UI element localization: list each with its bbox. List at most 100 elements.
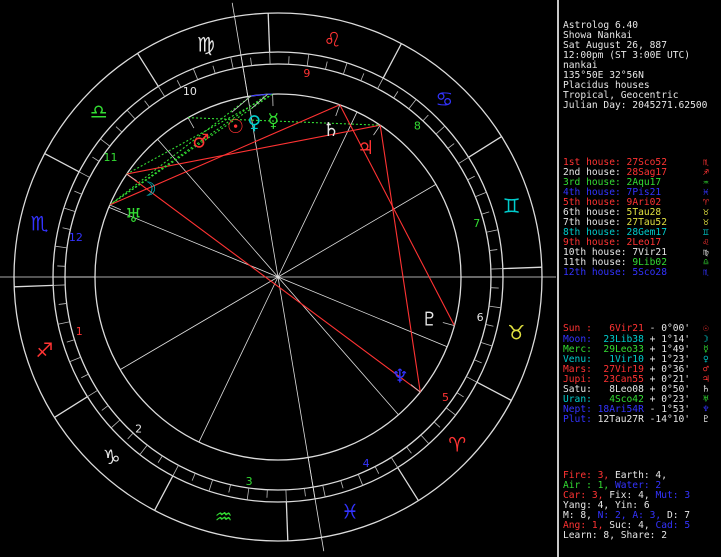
degree-tick bbox=[458, 156, 469, 165]
degree-tick bbox=[66, 339, 75, 343]
sign-icon: ♒ bbox=[215, 504, 233, 528]
degree-tick bbox=[191, 473, 196, 481]
house-number: 10 bbox=[183, 85, 197, 98]
degree-tick bbox=[212, 65, 216, 74]
planet-icon: ☿ bbox=[268, 110, 280, 132]
element-summary: Fire: 3, Earth: 4, Air : 1, Water: 2 Car: … bbox=[563, 471, 721, 541]
summary-line: Learn: 8, Share: 2 bbox=[563, 531, 721, 541]
sign-boundary bbox=[267, 13, 271, 53]
degree-tick bbox=[374, 466, 380, 474]
degree-tick bbox=[157, 455, 163, 463]
house-number: 2 bbox=[135, 423, 142, 436]
degree-tick bbox=[74, 190, 82, 195]
degree-tick bbox=[62, 227, 71, 230]
degree-tick bbox=[467, 175, 475, 181]
angle-tick bbox=[307, 457, 316, 499]
aspect-line bbox=[379, 125, 421, 393]
degree-tick bbox=[58, 303, 67, 305]
house-number: 8 bbox=[414, 119, 421, 132]
planet-pointer bbox=[231, 95, 252, 113]
degree-tick bbox=[420, 434, 430, 445]
sign-icon: ♏ bbox=[703, 267, 709, 279]
summary-segment: Mut: 3 bbox=[655, 490, 691, 502]
degree-tick bbox=[115, 126, 123, 133]
house-label: 12th house: bbox=[563, 267, 633, 279]
degree-tick bbox=[78, 171, 90, 178]
aspect-line bbox=[126, 173, 421, 393]
degree-tick bbox=[322, 485, 326, 498]
degree-tick bbox=[55, 245, 68, 249]
degree-tick bbox=[127, 432, 134, 440]
degree-tick bbox=[139, 444, 148, 455]
degree-tick bbox=[144, 100, 150, 108]
degree-tick bbox=[408, 99, 417, 110]
degree-tick bbox=[435, 125, 446, 135]
degree-tick bbox=[485, 324, 494, 327]
planet-pointer bbox=[187, 117, 195, 129]
planet-icon: ♆ bbox=[392, 366, 409, 388]
planet-latitude: -14°10' bbox=[643, 413, 691, 425]
degree-tick bbox=[475, 191, 487, 198]
house-row: 12th house: 5Sco28 ♏ bbox=[563, 268, 721, 278]
degree-tick bbox=[393, 91, 399, 99]
degree-tick bbox=[433, 421, 441, 428]
degree-tick bbox=[474, 359, 482, 364]
sign-boundary bbox=[54, 396, 88, 418]
degree-tick bbox=[325, 61, 328, 70]
degree-tick bbox=[87, 389, 98, 398]
house-number: 1 bbox=[76, 325, 83, 338]
house-cusp-lines bbox=[0, 2, 556, 552]
degree-tick bbox=[445, 407, 456, 416]
house-number: 3 bbox=[246, 475, 253, 488]
degree-tick bbox=[447, 143, 455, 149]
degree-tick bbox=[486, 229, 499, 233]
degree-tick bbox=[340, 480, 344, 489]
degree-tick bbox=[110, 419, 121, 429]
degree-tick bbox=[228, 484, 231, 493]
aspect-lines bbox=[109, 93, 455, 393]
sign-boundary bbox=[154, 475, 174, 511]
sign-icon: ♑ bbox=[103, 445, 121, 469]
degree-tick bbox=[481, 211, 490, 215]
degree-tick bbox=[304, 488, 306, 497]
planet-name: Plut: bbox=[563, 413, 598, 425]
sign-boundary bbox=[382, 43, 402, 79]
degree-tick bbox=[101, 405, 109, 411]
house-cusp-list: 1st house: 27Sco52 ♏ 2nd house: 28Sag17 ♐ 3r… bbox=[563, 157, 721, 279]
house-number: 6 bbox=[477, 311, 484, 324]
sign-icon: ♏ bbox=[31, 212, 49, 236]
planet-icon: ♂ bbox=[192, 130, 209, 152]
degree-tick bbox=[306, 54, 310, 67]
house-number: 11 bbox=[104, 151, 118, 164]
degree-tick bbox=[480, 341, 493, 347]
house-cusp bbox=[198, 276, 279, 443]
planet-icon: ♀ bbox=[247, 112, 261, 134]
degree-tick bbox=[342, 62, 348, 75]
planet-icon: ♇ bbox=[703, 413, 709, 425]
house-cusp bbox=[277, 184, 437, 278]
degree-tick bbox=[390, 457, 399, 468]
planet-glyphs: ☉ ☽ ☿ ♀ ♂ ♃ ♄ ♅ ♆ ♇ bbox=[109, 94, 455, 393]
planet-list: Sun : 6Vir21 - 0°00' ☉ Moon: 23Lib38 + 1°1… bbox=[563, 324, 721, 425]
planet-pointer bbox=[126, 173, 137, 182]
degree-tick bbox=[57, 321, 70, 325]
sign-boundary bbox=[44, 153, 80, 173]
degree-tick bbox=[422, 114, 429, 122]
planet-icon: ♄ bbox=[322, 119, 339, 141]
sign-icon: ♎ bbox=[90, 100, 108, 124]
degree-tick bbox=[100, 138, 111, 147]
degree-tick bbox=[126, 109, 136, 120]
sign-icon: ♐ bbox=[35, 338, 53, 362]
sign-icon: ♈ bbox=[448, 432, 466, 456]
planet-icon: ♃ bbox=[357, 137, 374, 159]
degree-tick bbox=[246, 487, 250, 500]
degree-tick bbox=[192, 68, 199, 80]
house-position: 5Sco28 bbox=[632, 267, 667, 279]
degree-tick bbox=[63, 207, 76, 213]
degree-tick bbox=[488, 305, 501, 309]
chart-header: Astrolog 6.40 Showa Nankai Sat August 26, … bbox=[563, 21, 721, 111]
summary-segment: Learn: 8, Share: 2 bbox=[563, 530, 667, 542]
house-number: 12 bbox=[69, 231, 83, 244]
planet-pointer bbox=[109, 204, 121, 211]
degree-tick bbox=[176, 80, 182, 88]
